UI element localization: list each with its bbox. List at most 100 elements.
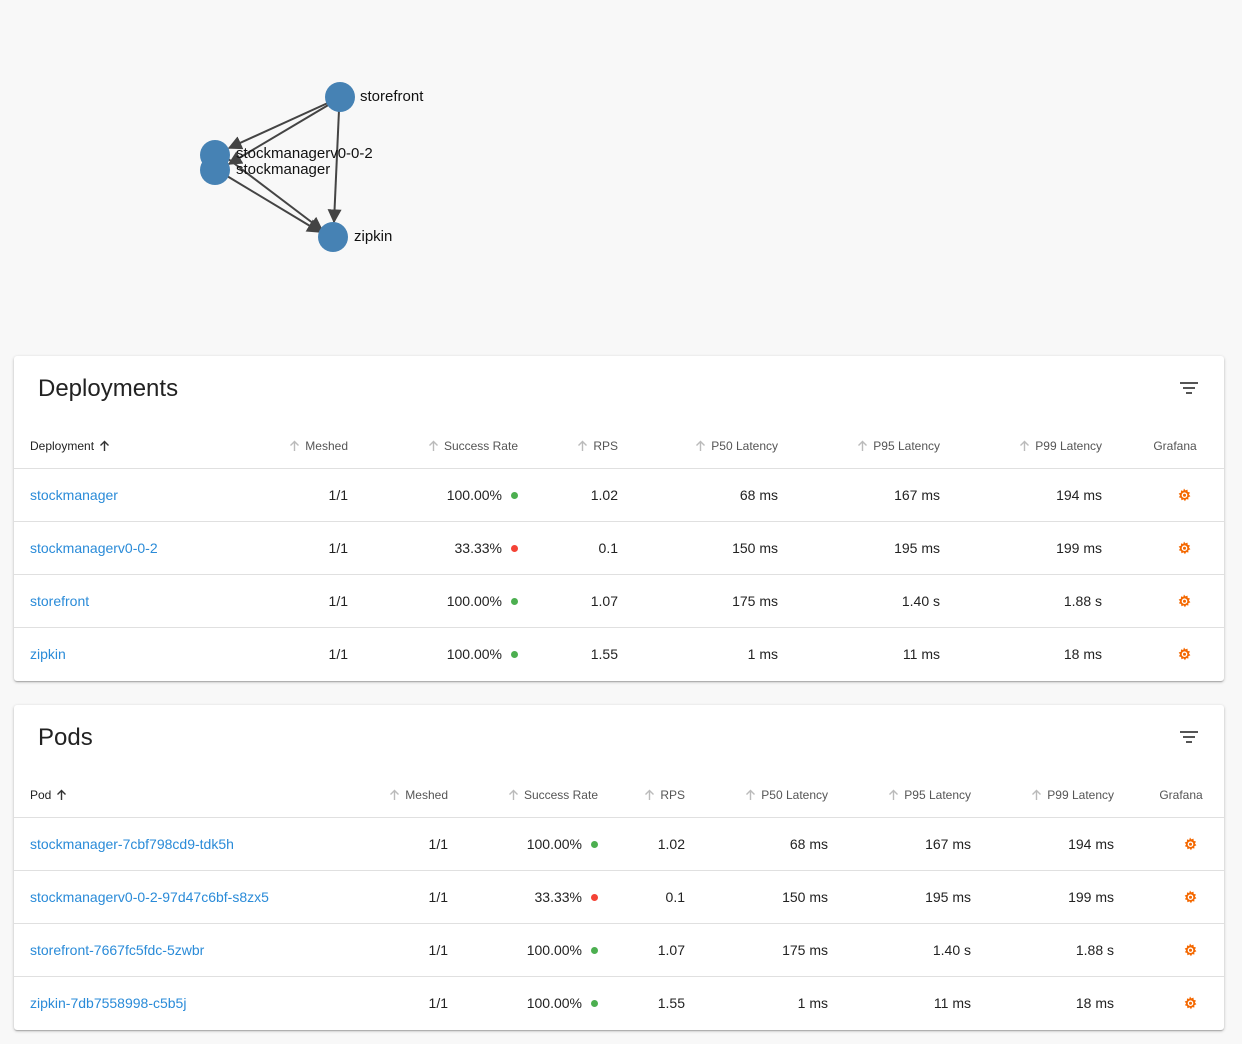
grafana-icon[interactable] <box>1182 995 1198 1011</box>
rps-value: 1.07 <box>657 942 685 958</box>
deployments-title: Deployments <box>38 375 179 402</box>
grafana-icon[interactable] <box>1176 487 1192 503</box>
column-header-success-rate[interactable]: Success Rate <box>364 424 534 469</box>
p95-latency-cell: 11 ms <box>794 628 956 681</box>
column-header-p95[interactable]: P95 Latency <box>844 773 987 818</box>
column-header-meshed[interactable]: Meshed <box>220 424 364 469</box>
pod-link[interactable]: stockmanager-7cbf798cd9-tdk5h <box>30 836 234 852</box>
filter-icon[interactable] <box>1180 730 1198 744</box>
sort-arrow-icon[interactable] <box>289 440 300 452</box>
table-body: stockmanager 1/1 100.00% 1.02 68 ms 167 ms 194… <box>14 468 1224 681</box>
rps-value: 1.02 <box>590 487 618 503</box>
column-header-p50[interactable]: P50 Latency <box>701 773 844 818</box>
grafana-icon[interactable] <box>1182 942 1198 958</box>
sort-arrow-icon[interactable] <box>745 789 756 801</box>
p50-latency-cell: 150 ms <box>701 870 844 924</box>
meshed-value: 1/1 <box>328 593 348 609</box>
column-header-rps[interactable]: RPS <box>614 773 701 818</box>
column-header-rps[interactable]: RPS <box>534 424 634 469</box>
pod-link[interactable]: zipkin-7db7558998-c5b5j <box>30 995 186 1011</box>
p99-latency-cell: 1.88 s <box>987 923 1130 977</box>
meshed-value: 1/1 <box>328 487 348 503</box>
rps-value: 1.55 <box>590 646 618 662</box>
p50-latency-cell: 150 ms <box>634 521 794 575</box>
edge-stockmanager-zipkin <box>226 175 322 233</box>
meshed-cell: 1/1 <box>220 574 364 628</box>
deployment-link[interactable]: storefront <box>30 593 89 609</box>
grafana-icon[interactable] <box>1176 540 1192 556</box>
sort-arrow-icon[interactable] <box>1019 440 1030 452</box>
node-storefront[interactable] <box>325 82 355 112</box>
sort-arrow-icon[interactable] <box>508 789 519 801</box>
grafana-icon[interactable] <box>1176 646 1192 662</box>
column-header-p99[interactable]: P99 Latency <box>987 773 1130 818</box>
status-dot <box>511 598 518 605</box>
sort-arrow-icon[interactable] <box>56 789 67 801</box>
pod-link[interactable]: stockmanagerv0-0-2-97d47c6bf-s8zx5 <box>30 889 269 905</box>
sort-arrow-icon[interactable] <box>644 789 655 801</box>
column-header-name[interactable]: Deployment <box>14 424 220 469</box>
p95-latency-value: 195 ms <box>894 540 940 556</box>
success-rate-value: 100.00% <box>446 646 502 662</box>
p95-latency-value: 11 ms <box>933 995 971 1011</box>
rps-cell: 1.02 <box>534 468 634 522</box>
meshed-cell: 1/1 <box>220 521 364 575</box>
p50-latency-value: 150 ms <box>732 540 778 556</box>
success-rate-cell: 100.00% <box>464 977 614 1030</box>
filter-icon[interactable] <box>1180 381 1198 395</box>
edge-storefront-stockmanagerv0-0-2 <box>227 101 331 150</box>
deployment-link[interactable]: zipkin <box>30 646 66 662</box>
p95-latency-value: 167 ms <box>894 487 940 503</box>
grafana-icon[interactable] <box>1182 889 1198 905</box>
p50-latency-cell: 1 ms <box>634 628 794 681</box>
sort-arrow-icon[interactable] <box>577 440 588 452</box>
meshed-value: 1/1 <box>428 942 448 958</box>
column-header-label: P99 Latency <box>1047 788 1114 802</box>
sort-arrow-icon[interactable] <box>1031 789 1042 801</box>
name-cell: zipkin <box>14 628 220 681</box>
deployment-link[interactable]: stockmanagerv0-0-2 <box>30 540 158 556</box>
column-header-grafana[interactable]: Grafana <box>1130 773 1224 818</box>
sort-arrow-icon[interactable] <box>888 789 899 801</box>
meshed-cell: 1/1 <box>220 468 364 522</box>
sort-arrow-icon[interactable] <box>389 789 400 801</box>
p99-latency-cell: 194 ms <box>956 468 1118 522</box>
p99-latency-value: 199 ms <box>1068 889 1114 905</box>
grafana-icon[interactable] <box>1182 836 1198 852</box>
deployment-link[interactable]: stockmanager <box>30 487 118 503</box>
success-rate-cell: 33.33% <box>364 521 534 575</box>
column-header-success-rate[interactable]: Success Rate <box>464 773 614 818</box>
sort-arrow-icon[interactable] <box>99 440 110 452</box>
column-header-grafana[interactable]: Grafana <box>1118 424 1224 469</box>
table-row: storefront 1/1 100.00% 1.07 175 ms 1.40 s 1.88… <box>14 574 1224 628</box>
column-header-p50[interactable]: P50 Latency <box>634 424 794 469</box>
p99-latency-cell: 199 ms <box>956 521 1118 575</box>
rps-value: 1.55 <box>657 995 685 1011</box>
name-cell: stockmanager <box>14 468 220 522</box>
column-header-name[interactable]: Pod <box>14 773 354 818</box>
p99-latency-value: 199 ms <box>1056 540 1102 556</box>
rps-cell: 0.1 <box>534 521 634 575</box>
p99-latency-value: 18 ms <box>1075 995 1114 1011</box>
p50-latency-cell: 175 ms <box>701 923 844 977</box>
node-stockmanager[interactable] <box>200 155 230 185</box>
name-cell: stockmanager-7cbf798cd9-tdk5h <box>14 817 354 871</box>
column-header-p99[interactable]: P99 Latency <box>956 424 1118 469</box>
p99-latency-cell: 194 ms <box>987 817 1130 871</box>
column-header-p95[interactable]: P95 Latency <box>794 424 956 469</box>
grafana-icon[interactable] <box>1176 593 1192 609</box>
p95-latency-cell: 11 ms <box>844 977 987 1030</box>
sort-arrow-icon[interactable] <box>695 440 706 452</box>
sort-arrow-icon[interactable] <box>857 440 868 452</box>
grafana-cell <box>1118 468 1224 522</box>
p95-latency-cell: 195 ms <box>794 521 956 575</box>
pod-link[interactable]: storefront-7667fc5fdc-5zwbr <box>30 942 204 958</box>
sort-arrow-icon[interactable] <box>428 440 439 452</box>
column-header-label: RPS <box>660 788 685 802</box>
column-header-meshed[interactable]: Meshed <box>354 773 464 818</box>
table-row: stockmanager-7cbf798cd9-tdk5h 1/1 100.00% 1… <box>14 817 1224 871</box>
meshed-cell: 1/1 <box>354 977 464 1030</box>
p50-latency-value: 175 ms <box>782 942 828 958</box>
node-zipkin[interactable] <box>318 222 348 252</box>
rps-cell: 1.55 <box>614 977 701 1030</box>
